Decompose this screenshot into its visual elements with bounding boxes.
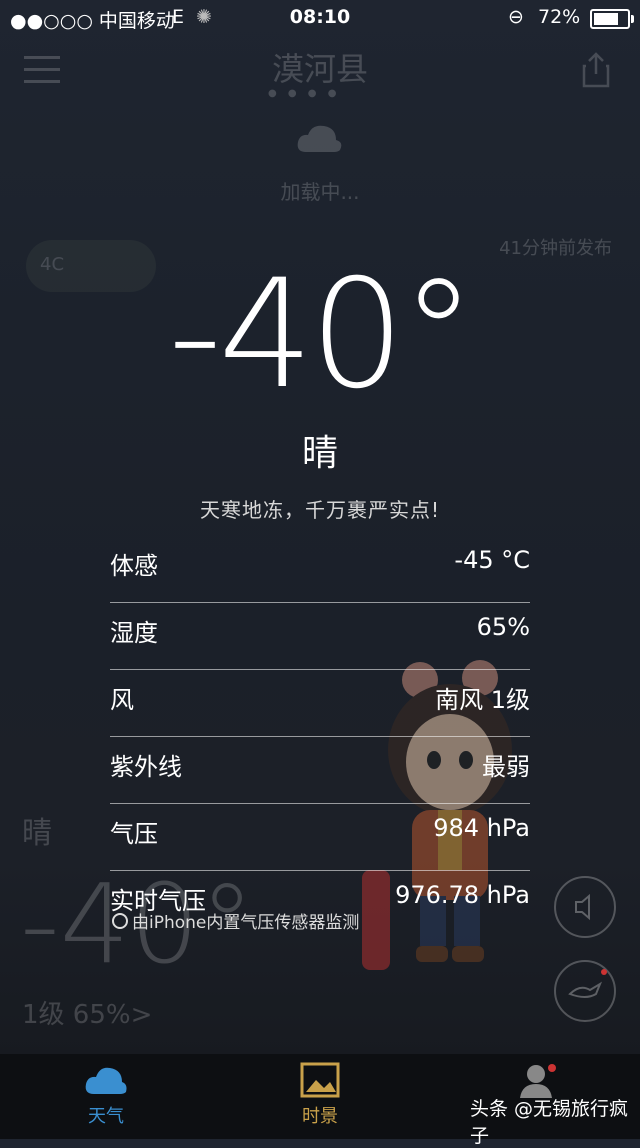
sensor-icon xyxy=(112,913,128,929)
details-list: 体感 -45 °C 湿度 65% 风 南风 1级 紫外线 最弱 气压 984 h… xyxy=(110,536,530,937)
detail-value: -45 °C xyxy=(454,546,530,574)
page-indicator: ● ● ● ● xyxy=(268,88,341,99)
bg-condition: 晴 xyxy=(22,816,52,851)
detail-label: 气压 xyxy=(110,820,158,848)
detail-label: 体感 xyxy=(110,552,158,580)
sensor-note-text: 由iPhone内置气压传感器监测 xyxy=(132,913,360,933)
current-temperature: -40° xyxy=(168,248,476,422)
detail-value: 南风 1级 xyxy=(435,686,530,714)
detail-label: 紫外线 xyxy=(110,753,182,781)
sensor-note: 由iPhone内置气压传感器监测 xyxy=(112,908,359,933)
bird-button[interactable] xyxy=(554,960,616,1022)
detail-value: 976.78 hPa xyxy=(395,881,530,909)
tab-label: 天气 xyxy=(88,1106,124,1127)
detail-row-humidity: 湿度 65% xyxy=(110,603,530,670)
weather-condition: 晴 xyxy=(301,433,338,474)
battery-icon xyxy=(590,9,634,29)
user-icon xyxy=(520,1064,556,1098)
bg-stats[interactable]: 1级 65%> xyxy=(22,994,152,1031)
cloud-icon xyxy=(294,120,344,156)
detail-row-wind: 风 南风 1级 xyxy=(110,670,530,737)
detail-value: 最弱 xyxy=(482,753,530,781)
detail-row-uv: 紫外线 最弱 xyxy=(110,737,530,804)
sound-button[interactable] xyxy=(554,876,616,938)
detail-value: 984 hPa xyxy=(433,814,530,842)
loading-text: 加载中... xyxy=(280,180,360,204)
tab-scene[interactable]: 时景 xyxy=(260,1062,380,1128)
detail-value: 65% xyxy=(476,613,530,641)
watermark: 头条 @无锡旅行疯子 xyxy=(470,1098,629,1147)
detail-row-feels-like: 体感 -45 °C xyxy=(110,536,530,603)
city-title[interactable]: 漠河县 xyxy=(0,44,640,90)
photo-icon xyxy=(300,1062,340,1098)
detail-row-pressure: 气压 984 hPa xyxy=(110,804,530,871)
status-bar: ●●○○○ 中国移动 E ✺ 08:10 ⊖ 72% xyxy=(0,0,640,36)
rotation-lock-icon: ⊖ xyxy=(508,6,524,28)
detail-label: 湿度 xyxy=(110,619,158,647)
weather-tip: 天寒地冻，千万裹严实点! xyxy=(199,498,441,522)
tab-label: 时景 xyxy=(302,1106,338,1127)
share-icon[interactable] xyxy=(582,52,610,88)
battery-percent: 72% xyxy=(538,6,581,28)
detail-label: 风 xyxy=(110,686,134,714)
cloud-icon xyxy=(85,1067,127,1094)
tab-weather[interactable]: 天气 xyxy=(46,1062,166,1128)
